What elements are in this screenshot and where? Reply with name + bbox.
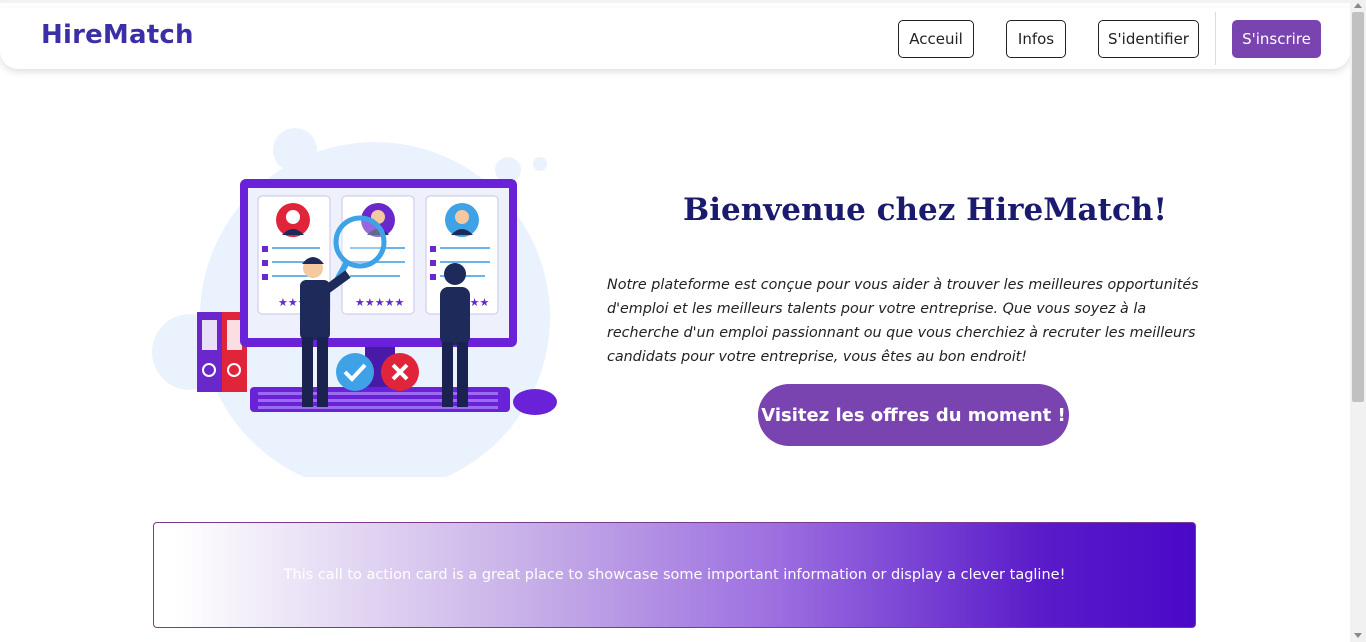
offers-cta-button[interactable]: Visitez les offres du moment ! — [758, 384, 1069, 446]
scroll-up-arrow-icon[interactable] — [1354, 3, 1362, 8]
mouse — [513, 389, 557, 415]
scroll-down-arrow-icon[interactable] — [1354, 633, 1362, 638]
cta-card-text: This call to action card is a great plac… — [283, 567, 1066, 583]
nav-item-infos[interactable]: Infos — [1006, 20, 1066, 58]
magnifier-icon — [333, 215, 387, 269]
svg-text:★★★★★: ★★★★★ — [355, 296, 404, 309]
bg-blob-small — [273, 128, 317, 172]
hero-title: Bienvenue chez HireMatch! — [683, 192, 1167, 228]
cta-card: This call to action card is a great plac… — [153, 522, 1196, 628]
check-icon — [336, 353, 374, 391]
recruitment-illustration: ★★★★★ ★★★★★ ★★★★★ — [152, 128, 557, 477]
scrollbar[interactable] — [1350, 0, 1366, 642]
page: HireMatch Acceuil Infos S'identifier S'i… — [0, 0, 1366, 642]
nav-item-login[interactable]: S'identifier — [1098, 20, 1199, 58]
signup-button[interactable]: S'inscrire — [1232, 20, 1321, 58]
navbar: HireMatch Acceuil Infos S'identifier S'i… — [0, 8, 1350, 69]
bg-blob-dot-2 — [533, 157, 547, 171]
nav-divider — [1215, 12, 1216, 65]
scroll-thumb[interactable] — [1352, 12, 1364, 402]
top-strip — [0, 0, 1350, 3]
hero-description: Notre plateforme est conçue pour vous ai… — [607, 277, 1199, 365]
brand-logo[interactable]: HireMatch — [41, 20, 194, 50]
nav-item-acceuil[interactable]: Acceuil — [898, 20, 974, 58]
